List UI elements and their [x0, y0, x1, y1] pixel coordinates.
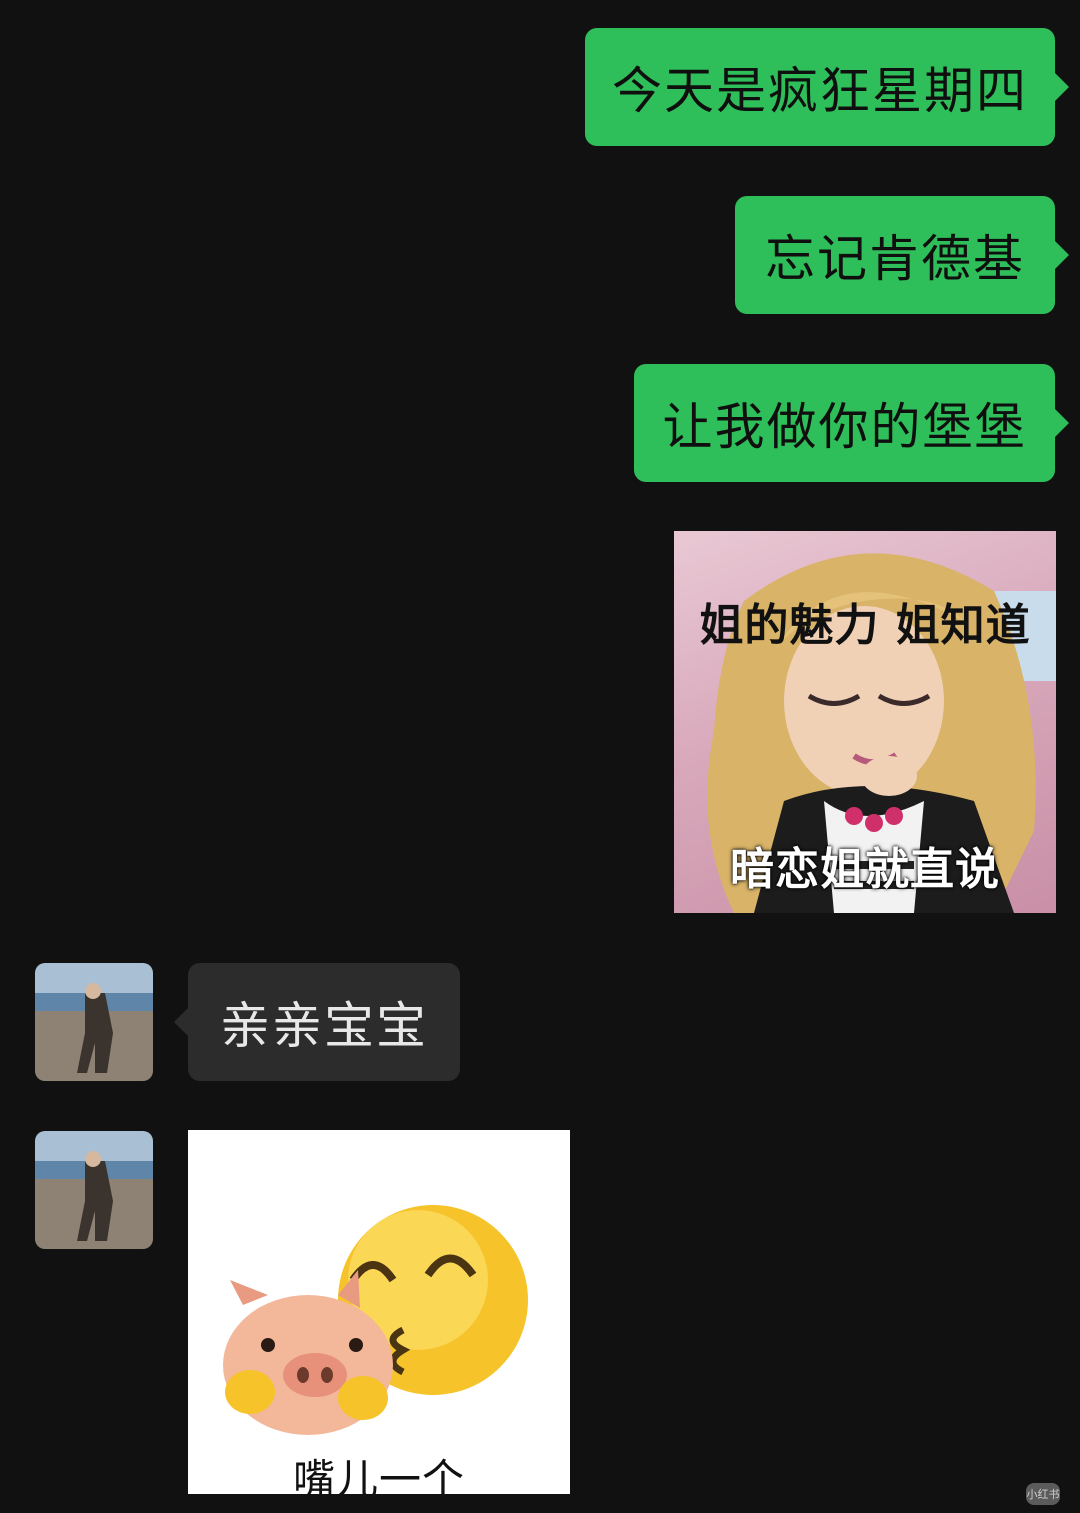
- outgoing-message-bubble[interactable]: 今天是疯狂星期四: [585, 28, 1069, 146]
- avatar-photo: [35, 963, 153, 1081]
- outgoing-message-bubble[interactable]: 忘记肯德基: [735, 196, 1069, 314]
- sticker-bottom-caption: 暗恋姐就直说: [730, 844, 1000, 895]
- contact-avatar[interactable]: [35, 1131, 153, 1249]
- message-text: 今天是疯狂星期四: [612, 62, 1028, 120]
- avatar-photo: [35, 1131, 153, 1249]
- pig-kiss-illustration: [223, 1205, 528, 1435]
- watermark-text: 小红书: [1026, 1488, 1060, 1501]
- contact-avatar[interactable]: [35, 963, 153, 1081]
- sticker-caption: 嘴儿一个: [292, 1455, 465, 1494]
- outgoing-sticker-doll[interactable]: 姐的魅力 姐知道 暗恋姐就直说: [674, 531, 1056, 913]
- message-text: 忘记肯德基: [765, 230, 1025, 288]
- message-text: 亲亲宝宝: [220, 997, 428, 1055]
- incoming-message-bubble[interactable]: 亲亲宝宝: [174, 963, 460, 1081]
- incoming-sticker-pig-kiss[interactable]: 嘴儿一个: [188, 1130, 570, 1494]
- message-text: 让我做你的堡堡: [662, 398, 1027, 456]
- sticker-top-caption: 姐的魅力 姐知道: [699, 600, 1031, 651]
- watermark-badge: 小红书: [1026, 1483, 1060, 1505]
- outgoing-message-bubble[interactable]: 让我做你的堡堡: [634, 364, 1069, 482]
